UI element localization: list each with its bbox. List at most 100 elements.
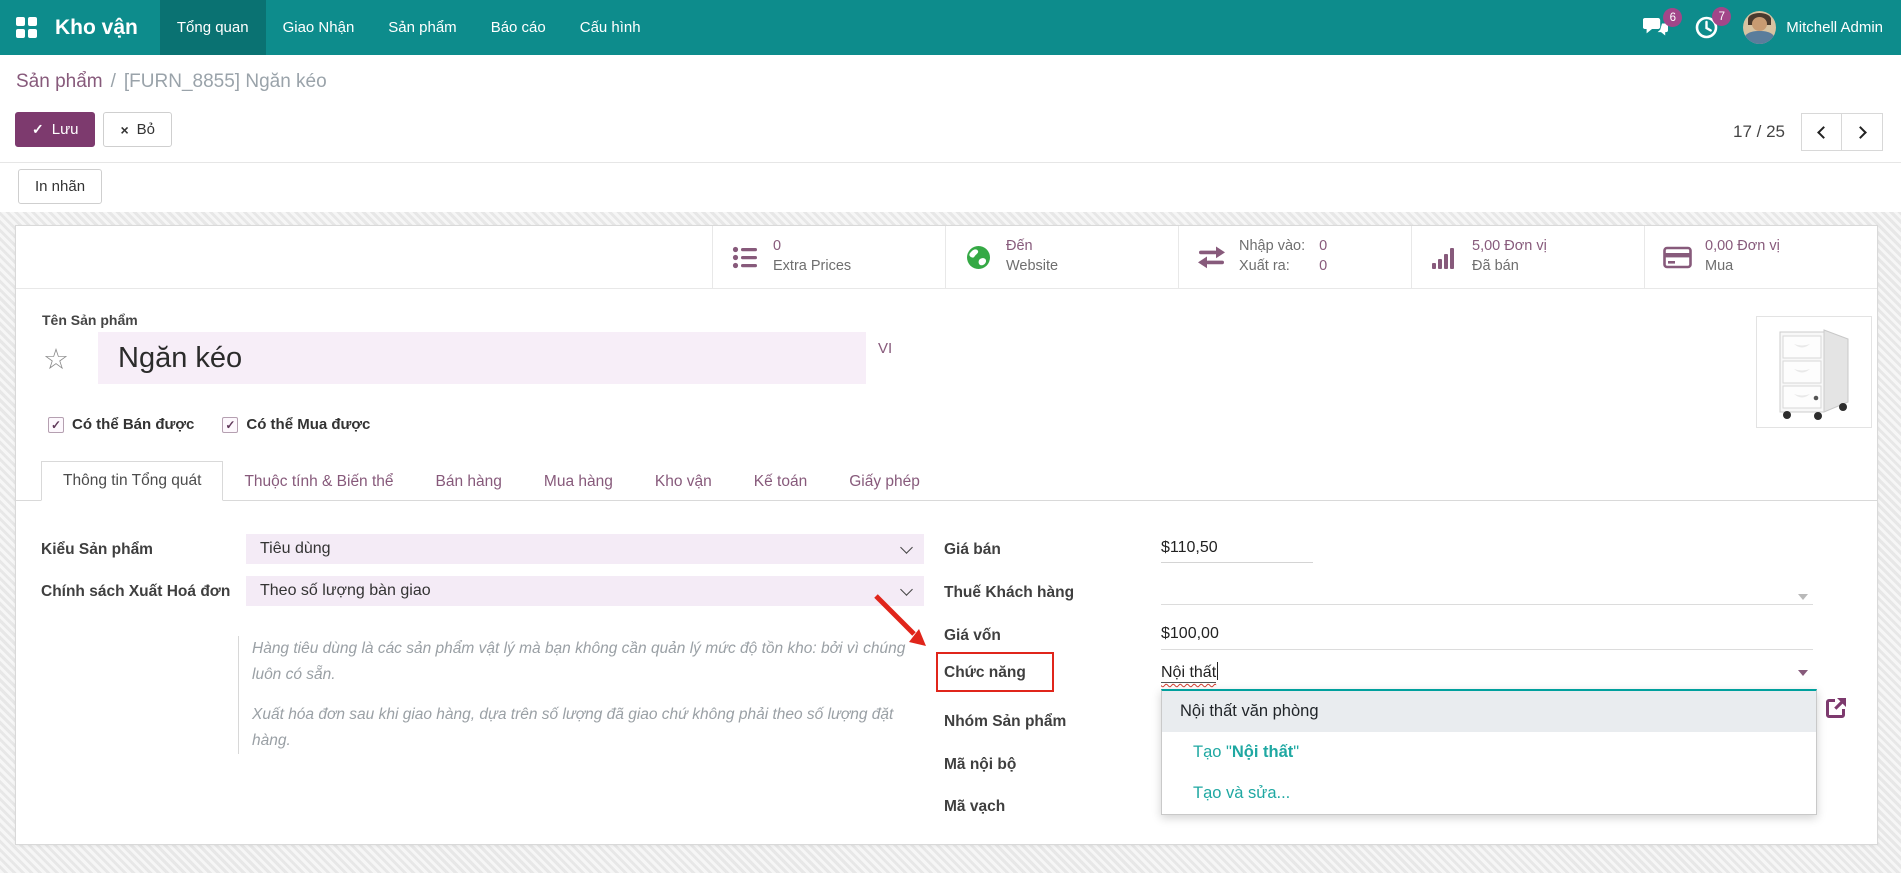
dropdown-option-create[interactable]: Tạo "Nội thất"	[1162, 732, 1816, 773]
checkbox-check-icon: ✓	[222, 417, 238, 433]
activities-button[interactable]: 7	[1694, 15, 1719, 40]
can-purchase-label: Có thể Mua được	[246, 416, 370, 433]
app-window: Kho vận Tổng quan Giao Nhận Sản phẩm Báo…	[0, 0, 1901, 873]
moves-in-label: Nhập vào:	[1239, 237, 1305, 257]
help-consumable-text: Hàng tiêu dùng là các sản phẩm vật lý mà…	[252, 636, 922, 689]
menu-item-cau-hinh[interactable]: Cấu hình	[563, 0, 658, 55]
stat-button-moves[interactable]: Nhập vào: 0 Xuất ra: 0	[1178, 226, 1411, 288]
barcode-label: Mã vạch	[944, 798, 1149, 816]
breadcrumb-separator: /	[103, 71, 124, 92]
breadcrumb: Sản phẩm/[FURN_8855] Ngăn kéo	[16, 71, 327, 93]
tab-general-information[interactable]: Thông tin Tổng quát	[41, 461, 223, 501]
text-cursor	[1217, 662, 1218, 680]
autocomplete-dropdown: Nội thất văn phòng Tạo "Nội thất" Tạo và…	[1161, 689, 1817, 815]
product-type-label: Kiểu Sản phẩm	[41, 539, 246, 561]
customer-taxes-underline	[1161, 604, 1813, 605]
menu-item-tong-quan[interactable]: Tổng quan	[160, 0, 266, 55]
control-panel: Sản phẩm/[FURN_8855] Ngăn kéo ✓ Lưu × Bỏ…	[0, 55, 1901, 163]
product-function-dropdown-caret[interactable]	[1798, 670, 1808, 676]
dropdown-option-existing[interactable]: Nội thất văn phòng	[1162, 691, 1816, 732]
sales-price-input[interactable]: $110,50	[1161, 539, 1816, 557]
notebook-tabs: Thông tin Tổng quát Thuộc tính & Biến th…	[16, 459, 1877, 501]
external-link-icon[interactable]	[1822, 694, 1850, 722]
check-icon: ✓	[32, 121, 44, 138]
can-sell-label: Có thể Bán được	[72, 416, 194, 433]
menu-item-san-pham[interactable]: Sản phẩm	[371, 0, 473, 55]
create-option-suffix: "	[1293, 743, 1299, 761]
stat-button-row: 0 Extra Prices Đến Website Nhập vào:	[16, 226, 1877, 289]
product-image[interactable]	[1756, 316, 1872, 428]
pager-next-button[interactable]	[1842, 113, 1883, 151]
discard-button[interactable]: × Bỏ	[103, 112, 172, 147]
action-bar: In nhãn	[0, 163, 1901, 212]
tab-inventory[interactable]: Kho vận	[634, 463, 733, 501]
invoice-policy-select[interactable]: Theo số lượng bàn giao	[246, 576, 924, 606]
bar-chart-icon	[1428, 245, 1460, 270]
menu-item-giao-nhan[interactable]: Giao Nhận	[266, 0, 372, 55]
product-function-input[interactable]: Nội thất	[1161, 662, 1816, 682]
tab-sales[interactable]: Bán hàng	[415, 463, 523, 501]
invoice-policy-label: Chính sách Xuất Hoá đơn	[41, 581, 246, 603]
credit-card-icon	[1661, 246, 1693, 269]
globe-icon	[962, 244, 994, 271]
messages-button[interactable]: 6	[1643, 16, 1670, 39]
customer-taxes-label: Thuế Khách hàng	[944, 584, 1149, 602]
stat-button-purchased[interactable]: 0,00 Đơn vị Mua	[1644, 226, 1877, 288]
annotation-arrow	[868, 592, 948, 662]
app-title[interactable]: Kho vận	[51, 0, 160, 55]
purchased-value: 0,00 Đơn vị	[1705, 237, 1780, 257]
tab-accounting[interactable]: Kế toán	[733, 463, 828, 501]
pager-count: 17 / 25	[1733, 122, 1785, 142]
drawer-cabinet-image	[1764, 322, 1864, 422]
website-value: Đến	[1006, 237, 1058, 257]
stat-button-extra-prices[interactable]: 0 Extra Prices	[712, 226, 945, 288]
can-sell-checkbox[interactable]: ✓ Có thể Bán được	[48, 416, 194, 433]
tab-attributes-variants[interactable]: Thuộc tính & Biến thể	[223, 463, 414, 501]
chevron-left-icon	[1817, 126, 1830, 139]
purchased-label: Mua	[1705, 257, 1780, 277]
extra-prices-label: Extra Prices	[773, 257, 851, 277]
moves-out-label: Xuất ra:	[1239, 257, 1305, 277]
cost-underline	[1161, 649, 1813, 650]
save-button-label: Lưu	[52, 121, 79, 138]
dropdown-option-create-edit[interactable]: Tạo và sửa...	[1162, 773, 1816, 814]
discard-button-label: Bỏ	[137, 121, 155, 138]
tab-licenses[interactable]: Giấy phép	[828, 463, 941, 501]
cost-input[interactable]: $100,00	[1161, 625, 1816, 643]
pager: 17 / 25	[1733, 113, 1883, 151]
customer-taxes-dropdown-caret[interactable]	[1798, 594, 1808, 600]
top-navbar: Kho vận Tổng quan Giao Nhận Sản phẩm Báo…	[0, 0, 1901, 55]
checkbox-check-icon: ✓	[48, 417, 64, 433]
tab-purchase[interactable]: Mua hàng	[523, 463, 634, 501]
activities-badge: 7	[1712, 7, 1731, 26]
pager-previous-button[interactable]	[1801, 113, 1842, 151]
invoice-policy-value: Theo số lượng bàn giao	[260, 582, 431, 600]
sold-label: Đã bán	[1472, 257, 1547, 277]
apps-menu-button[interactable]	[0, 0, 51, 55]
save-button[interactable]: ✓ Lưu	[15, 112, 95, 147]
product-name-label: Tên Sản phẩm	[42, 312, 138, 328]
menu-item-bao-cao[interactable]: Báo cáo	[474, 0, 563, 55]
chevron-right-icon	[1854, 126, 1867, 139]
print-labels-button[interactable]: In nhãn	[18, 169, 102, 204]
stat-button-sold[interactable]: 5,00 Đơn vị Đã bán	[1411, 226, 1644, 288]
can-purchase-checkbox[interactable]: ✓ Có thể Mua được	[222, 416, 370, 433]
translation-language-badge[interactable]: VI	[878, 340, 892, 357]
breadcrumb-products-link[interactable]: Sản phẩm	[16, 71, 103, 92]
main-menu: Tổng quan Giao Nhận Sản phẩm Báo cáo Cấu…	[160, 0, 658, 55]
create-option-prefix: Tạo "	[1193, 743, 1232, 761]
website-label: Website	[1006, 257, 1058, 277]
create-option-term: Nội thất	[1232, 743, 1293, 761]
product-name-input[interactable]: Ngăn kéo	[98, 332, 866, 384]
favorite-star-icon[interactable]: ☆	[43, 346, 69, 375]
breadcrumb-current: [FURN_8855] Ngăn kéo	[124, 71, 327, 92]
user-menu[interactable]: Mitchell Admin	[1743, 11, 1883, 44]
product-type-select[interactable]: Tiêu dùng	[246, 534, 924, 564]
user-name: Mitchell Admin	[1786, 19, 1883, 36]
sold-value: 5,00 Đơn vị	[1472, 237, 1547, 257]
help-invoicing-text: Xuất hóa đơn sau khi giao hàng, dựa trên…	[252, 702, 922, 755]
stat-button-website[interactable]: Đến Website	[945, 226, 1178, 288]
annotation-highlight-box	[936, 652, 1054, 692]
topbar-right: 6 7 Mitchell Admin	[1643, 0, 1901, 55]
sales-price-underline	[1161, 562, 1313, 563]
